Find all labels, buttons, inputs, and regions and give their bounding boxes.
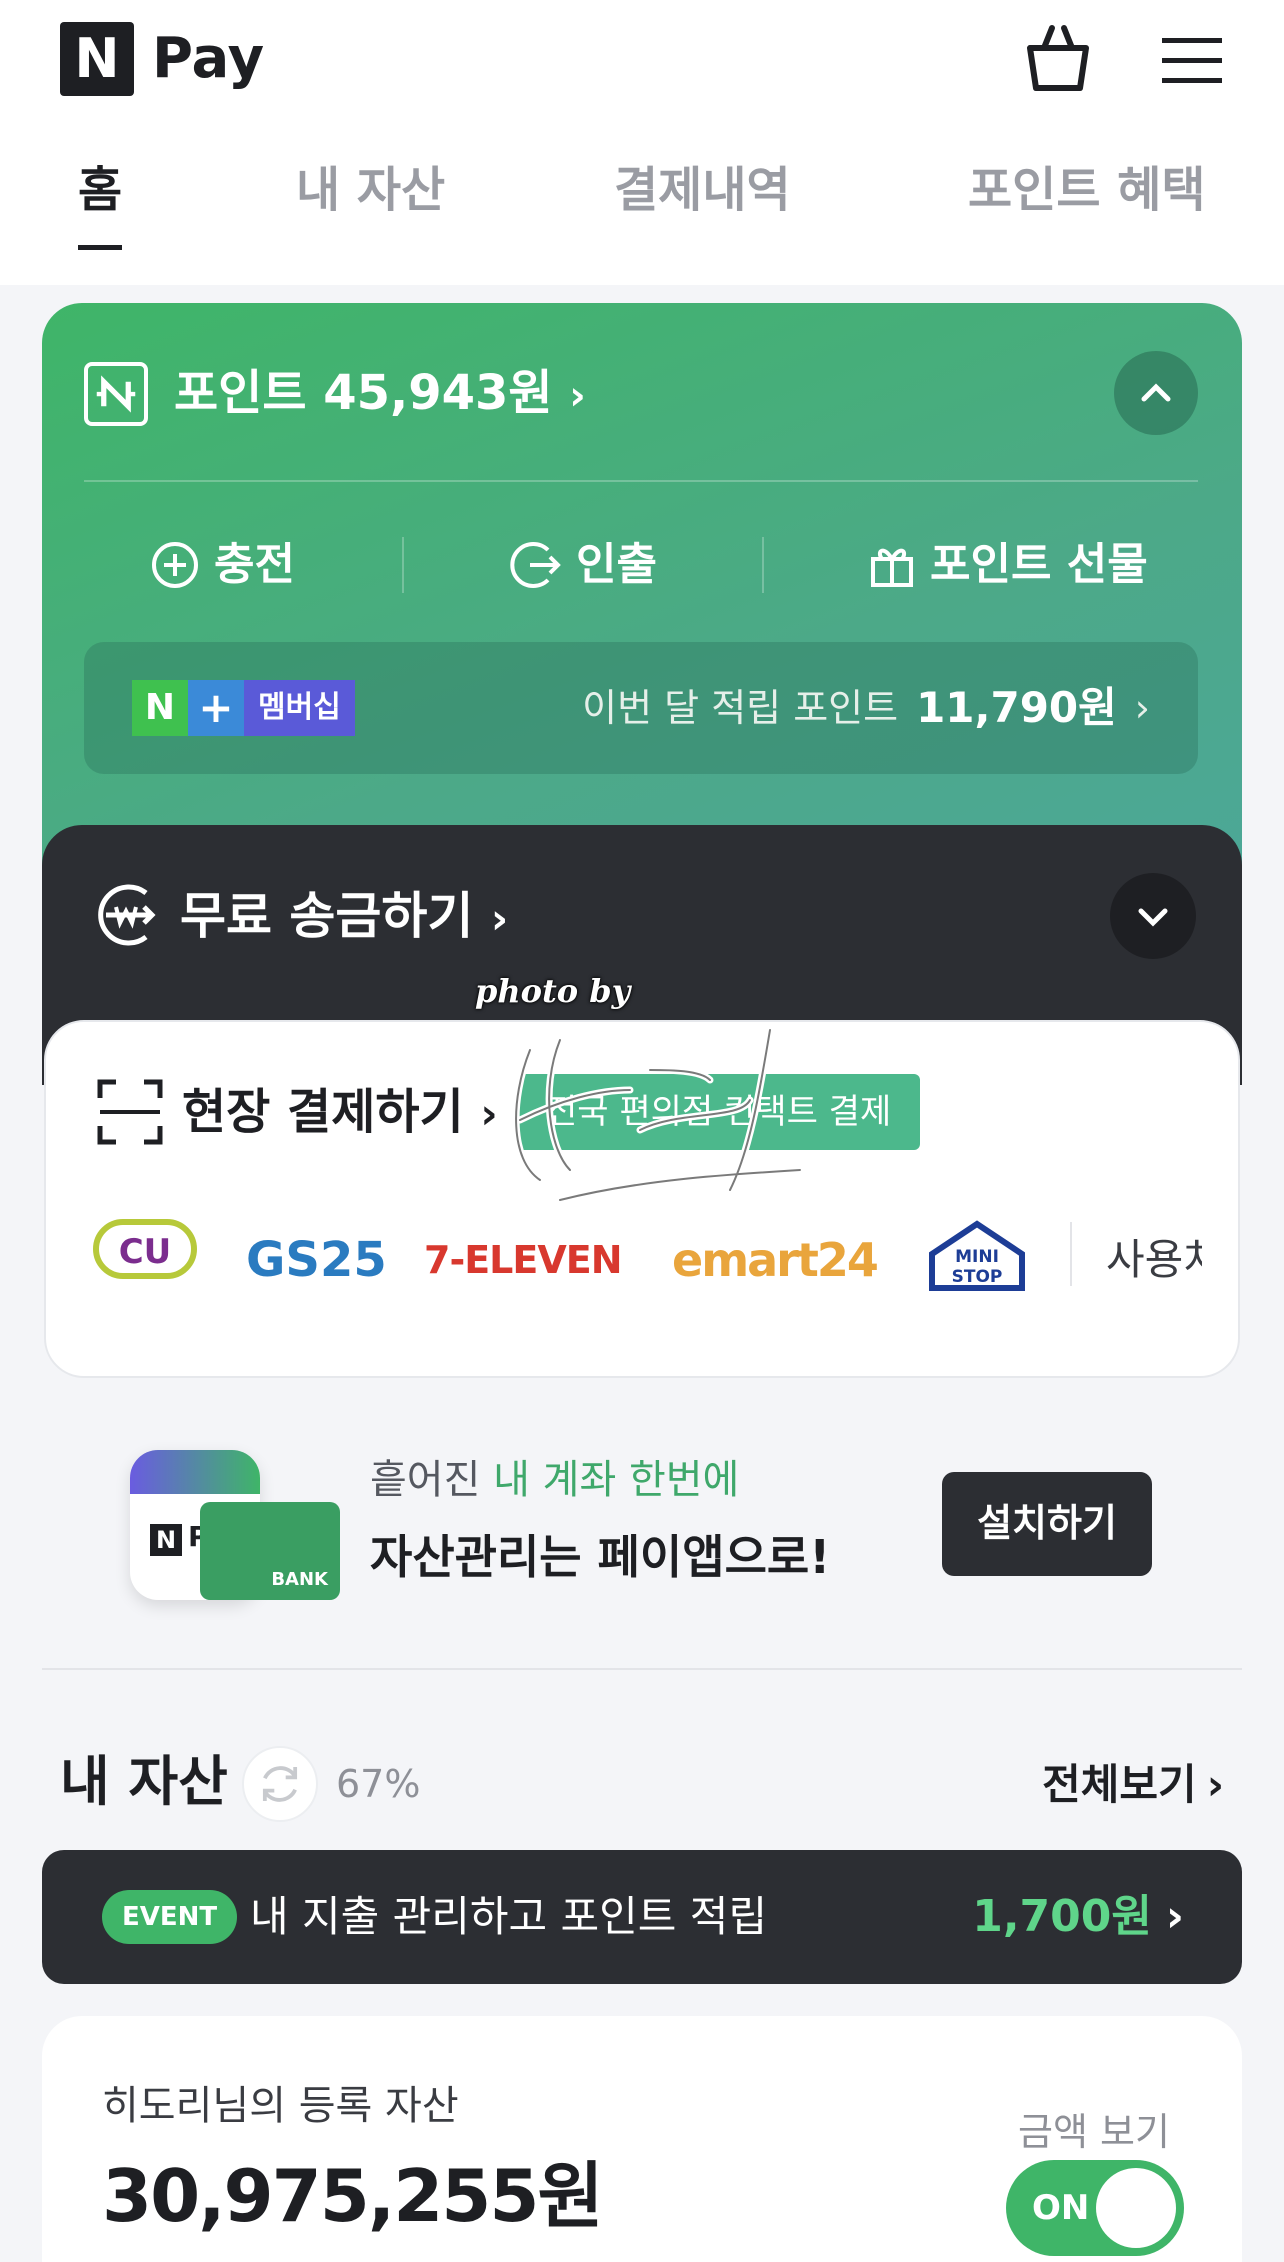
separator bbox=[402, 537, 404, 593]
free-transfer-title: 무료 송금하기 bbox=[180, 887, 474, 945]
refresh-icon bbox=[262, 1766, 298, 1802]
toggle-state: ON bbox=[1032, 2188, 1090, 2228]
banner-headline-highlight: 내 계좌 한번에 bbox=[493, 1457, 740, 1503]
cu-text: CU bbox=[119, 1232, 172, 1272]
section-divider bbox=[42, 1668, 1242, 1670]
sync-progress: 67% bbox=[336, 1762, 421, 1806]
cu-logo[interactable]: CU bbox=[92, 1218, 198, 1302]
point-balance-link[interactable]: 포인트 45,943원 › bbox=[174, 355, 586, 434]
tab-payment-history[interactable]: 결제내역 bbox=[614, 155, 791, 225]
emart24-logo[interactable]: emart24 bbox=[672, 1218, 879, 1302]
registered-assets-card: 히도리님의 등록 자산 30,975,255원 금액 보기 ON bbox=[42, 2016, 1242, 2262]
npoint-icon bbox=[84, 362, 148, 426]
refresh-button[interactable] bbox=[242, 1746, 318, 1822]
point-gift-button[interactable]: 포인트 선물 bbox=[868, 525, 1148, 605]
divider bbox=[84, 480, 1198, 482]
watermark-signature-icon bbox=[512, 1026, 804, 1204]
tab-home[interactable]: 홈 bbox=[78, 155, 122, 225]
point-card: 포인트 45,943원 › 충전 인출 포인트 선물 N + 멤버십 이번 달 … bbox=[42, 303, 1242, 903]
banner-subline: 자산관리는 페이앱으로! bbox=[370, 1530, 831, 1584]
banner-headline-prefix: 흩어진 bbox=[370, 1457, 494, 1503]
chevron-right-icon: › bbox=[1134, 686, 1150, 730]
more-stores-link[interactable]: 사용처 bbox=[1106, 1218, 1202, 1302]
event-text: 내 지출 관리하고 포인트 적립 bbox=[250, 1892, 768, 1941]
charge-button[interactable]: 충전 bbox=[150, 525, 295, 605]
expand-button[interactable] bbox=[1110, 873, 1196, 959]
tab-point-benefits[interactable]: 포인트 혜택 bbox=[968, 155, 1206, 225]
shopping-bag-icon[interactable] bbox=[1020, 20, 1096, 96]
event-banner[interactable]: EVENT 내 지출 관리하고 포인트 적립 1,700원 › bbox=[42, 1850, 1242, 1984]
badge-plus: + bbox=[188, 680, 244, 736]
monthly-points: 이번 달 적립 포인트 11,790원 › bbox=[582, 678, 1150, 738]
naver-logo-icon[interactable]: N bbox=[60, 22, 134, 96]
chevron-down-icon bbox=[1138, 908, 1168, 927]
collapse-button[interactable] bbox=[1114, 351, 1198, 435]
cu-logo-icon: CU bbox=[93, 1219, 197, 1279]
onsite-payment-title: 현장 결제하기 bbox=[182, 1084, 464, 1140]
event-badge: EVENT bbox=[102, 1890, 238, 1944]
toggle-knob bbox=[1096, 2168, 1176, 2248]
show-amount-label: 금액 보기 bbox=[1018, 2110, 1170, 2154]
chevron-right-icon: › bbox=[569, 373, 586, 419]
tab-my-assets[interactable]: 내 자산 bbox=[296, 155, 445, 225]
chevron-right-icon: › bbox=[490, 894, 509, 943]
membership-banner[interactable]: N + 멤버십 이번 달 적립 포인트 11,790원 › bbox=[84, 642, 1198, 774]
app-n-letter: N bbox=[150, 1524, 182, 1556]
free-transfer-link[interactable]: 무료 송금하기 › bbox=[180, 879, 508, 956]
app-header: N Pay bbox=[0, 0, 1284, 125]
monthly-points-label: 이번 달 적립 포인트 bbox=[582, 686, 899, 730]
badge-label: 멤버십 bbox=[244, 680, 355, 736]
onsite-payment-link[interactable]: 현장 결제하기 › bbox=[182, 1074, 498, 1152]
banner-headline: 흩어진 내 계좌 한번에 bbox=[370, 1450, 739, 1510]
bank-label: BANK bbox=[271, 1569, 328, 1590]
registered-assets-amount: 30,975,255원 bbox=[102, 2154, 604, 2238]
view-all-label: 전체보기 bbox=[1042, 1760, 1197, 1809]
separator bbox=[762, 537, 764, 593]
show-amount-toggle[interactable]: ON bbox=[1006, 2160, 1184, 2256]
ministop-logo[interactable]: MINI STOP bbox=[922, 1218, 1032, 1302]
charge-label: 충전 bbox=[214, 539, 295, 590]
ministop-house-icon: MINI STOP bbox=[929, 1220, 1025, 1291]
chevron-right-icon: › bbox=[1206, 1760, 1224, 1809]
install-button[interactable]: 설치하기 bbox=[942, 1472, 1152, 1576]
chevron-up-icon bbox=[1141, 383, 1171, 402]
monthly-points-amount: 11,790원 bbox=[916, 683, 1117, 732]
svg-text:MINI: MINI bbox=[955, 1247, 999, 1267]
badge-n: N bbox=[132, 680, 188, 736]
gs25-logo[interactable]: GS25 bbox=[246, 1218, 387, 1302]
watermark-text: photo by bbox=[475, 972, 631, 1010]
app-name[interactable]: Pay bbox=[152, 24, 264, 94]
seven-eleven-logo[interactable]: 7-ELEVEN bbox=[424, 1218, 623, 1302]
scan-frame-icon bbox=[97, 1079, 163, 1145]
my-assets-title: 내 자산 bbox=[60, 1750, 228, 1813]
hamburger-menu-icon[interactable] bbox=[1160, 28, 1224, 92]
chevron-right-icon: › bbox=[1165, 1891, 1184, 1942]
plus-circle-icon bbox=[152, 542, 198, 588]
npay-app-banner[interactable]: N Pay BANK 흩어진 내 계좌 한번에 자산관리는 페이앱으로! 설치하… bbox=[0, 1420, 1284, 1650]
wallet-top-icon bbox=[130, 1450, 260, 1494]
gift-icon bbox=[871, 548, 913, 587]
main-tabs: 홈 내 자산 결제내역 포인트 혜택 bbox=[0, 125, 1284, 285]
bank-card-icon: BANK bbox=[200, 1502, 340, 1600]
active-tab-indicator bbox=[78, 245, 122, 250]
point-gift-label: 포인트 선물 bbox=[930, 539, 1148, 590]
chevron-right-icon: › bbox=[480, 1089, 498, 1138]
registered-assets-label: 히도리님의 등록 자산 bbox=[102, 2083, 459, 2129]
view-all-link[interactable]: 전체보기 › bbox=[1042, 1750, 1224, 1820]
svg-text:STOP: STOP bbox=[952, 1267, 1003, 1287]
withdraw-label: 인출 bbox=[576, 539, 657, 590]
withdraw-icon bbox=[510, 542, 561, 588]
event-reward: 1,700원 › bbox=[972, 1884, 1184, 1950]
transfer-won-icon bbox=[98, 884, 156, 946]
point-balance: 포인트 45,943원 bbox=[174, 365, 553, 421]
separator bbox=[1070, 1222, 1072, 1286]
withdraw-button[interactable]: 인출 bbox=[508, 525, 657, 605]
nplus-membership-badge: N + 멤버십 bbox=[132, 680, 355, 736]
event-reward-amount: 1,700원 bbox=[972, 1891, 1152, 1942]
